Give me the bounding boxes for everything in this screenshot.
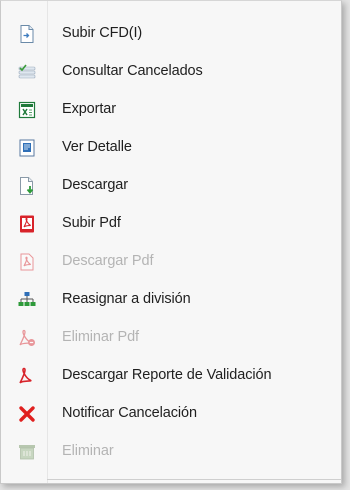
red-x-icon [19,406,35,422]
menu-separator [47,479,341,480]
menu-item-eliminar[interactable]: Eliminar [1,433,341,471]
menu-item-label: Descargar Reporte de Validación [62,367,272,383]
menu-item-subir-pdf[interactable]: Subir Pdf [1,205,341,243]
checked-list-icon [18,64,36,79]
trash-icon [19,445,35,460]
menu-item-label: Descargar Pdf [62,253,154,269]
menu-item-subir-cfdi[interactable]: Subir CFD(I) [1,15,341,53]
menu-item-eliminar-pdf[interactable]: Eliminar Pdf [1,319,341,357]
menu-item-label: Consultar Cancelados [62,63,203,79]
pdf-delete-icon [19,329,35,346]
menu-item-label: Eliminar Pdf [62,329,139,345]
menu-item-descargar-reporte-validacion[interactable]: Descargar Reporte de Validación [1,357,341,395]
document-detail-icon [19,139,35,157]
upload-document-icon [20,25,34,43]
download-document-icon [20,177,34,195]
menu-item-ver-detalle[interactable]: Ver Detalle [1,129,341,167]
menu-item-label: Subir Pdf [62,215,121,231]
menu-item-label: Exportar [62,101,116,117]
context-menu: Subir CFD(I) Consultar Cancelados Export… [0,0,342,484]
pdf-download-icon [20,253,34,271]
menu-item-exportar[interactable]: Exportar [1,91,341,129]
menu-item-label: Subir CFD(I) [62,25,143,41]
menu-item-label: Notificar Cancelación [62,405,197,421]
menu-item-reasignar-division[interactable]: Reasignar a división [1,281,341,319]
menu-item-label: Ver Detalle [62,139,132,155]
menu-item-label: Descargar [62,177,128,193]
menu-item-label: Eliminar [62,443,114,459]
excel-export-icon [18,101,36,119]
pdf-upload-icon [20,215,34,233]
menu-item-consultar-cancelados[interactable]: Consultar Cancelados [1,53,341,91]
menu-item-descargar-pdf[interactable]: Descargar Pdf [1,243,341,281]
pdf-report-icon [19,367,32,384]
menu-item-notificar-cancelacion[interactable]: Notificar Cancelación [1,395,341,433]
menu-item-label: Reasignar a división [62,291,191,307]
menu-item-descargar[interactable]: Descargar [1,167,341,205]
org-chart-icon [18,292,36,306]
